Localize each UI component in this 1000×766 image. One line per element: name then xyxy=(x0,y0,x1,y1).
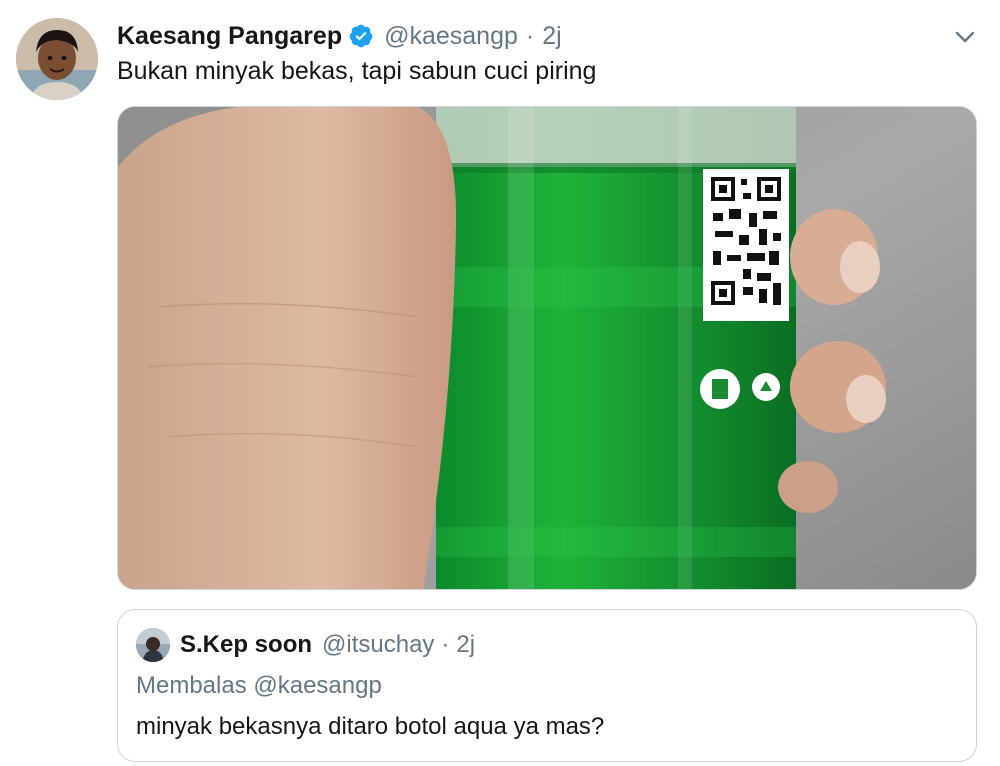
tweet-text: Bukan minyak bekas, tapi sabun cuci piri… xyxy=(117,57,597,85)
tweet-media-photo[interactable] xyxy=(117,106,977,590)
tweet-header: Kaesang Pangarep @kaesangp · 2j xyxy=(117,18,562,54)
verified-badge-icon xyxy=(348,23,374,49)
tweet-card: Kaesang Pangarep @kaesangp · 2j Bukan mi… xyxy=(0,0,1000,766)
quoted-header: S.Kep soon @itsuchay · 2j xyxy=(180,627,475,663)
author-name[interactable]: Kaesang Pangarep xyxy=(117,22,342,51)
chevron-down-icon[interactable] xyxy=(950,22,980,52)
quoted-tweet-time[interactable]: 2j xyxy=(456,631,475,659)
author-handle[interactable]: @kaesangp xyxy=(384,22,518,51)
author-avatar[interactable] xyxy=(16,18,98,100)
quoted-tweet-text: minyak bekasnya ditaro botol aqua ya mas… xyxy=(136,713,605,740)
reply-to-label[interactable]: Membalas @kaesangp xyxy=(136,672,382,700)
tweet-time[interactable]: 2j xyxy=(542,22,561,51)
avatar-photo xyxy=(16,18,98,100)
separator-dot: · xyxy=(525,21,535,50)
quoted-separator-dot: · xyxy=(441,631,450,658)
quoted-author-avatar[interactable] xyxy=(136,628,170,662)
quoted-author-handle[interactable]: @itsuchay xyxy=(322,631,434,659)
bottle-photo xyxy=(118,107,976,589)
quoted-avatar-photo xyxy=(136,628,170,662)
quoted-tweet[interactable]: S.Kep soon @itsuchay · 2j Membalas @kaes… xyxy=(117,609,977,762)
quoted-author-name[interactable]: S.Kep soon xyxy=(180,631,312,659)
